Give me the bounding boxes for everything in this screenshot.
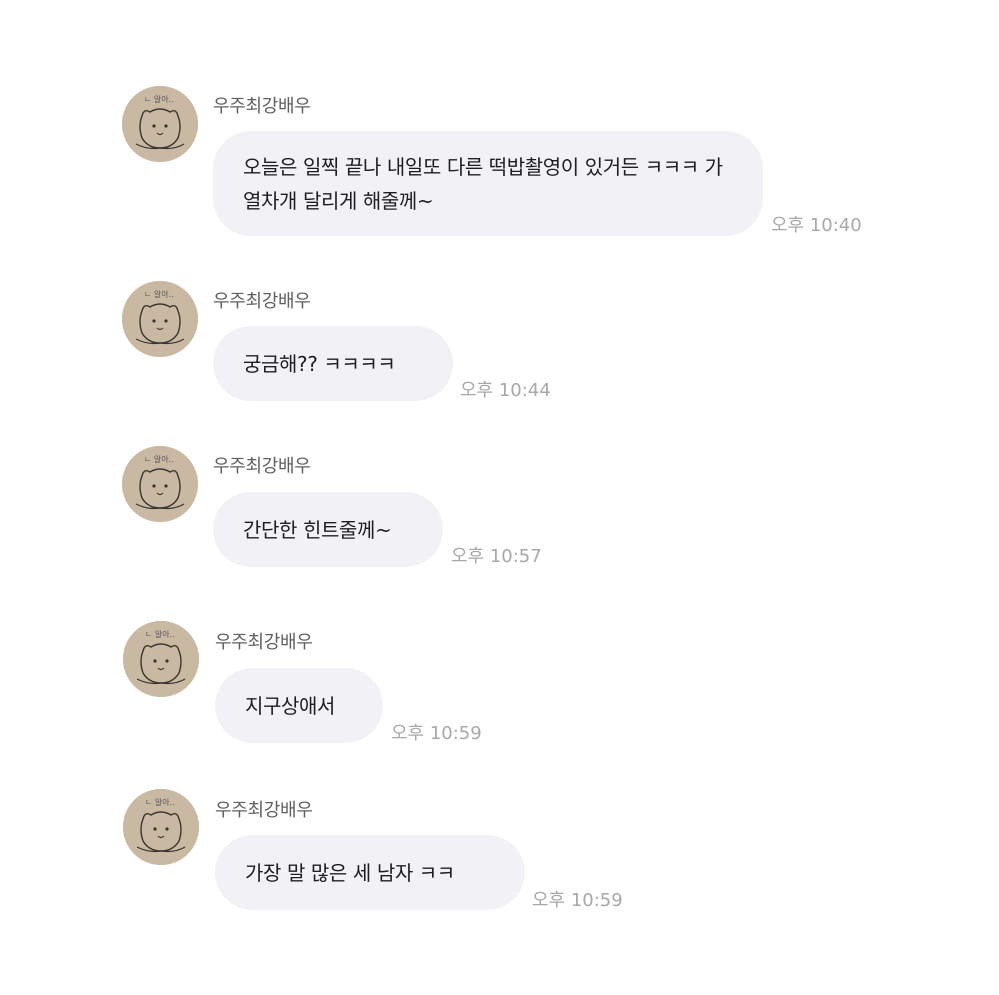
message-bubble[interactable]: 지구상애서 (215, 668, 383, 743)
chat-screen: { "messages": [ {"sender": "우주최강배우", "te… (0, 0, 999, 995)
bear-avatar-icon[interactable]: ㄴ 알아.. (122, 446, 198, 522)
message-time: 오후 10:59 (391, 723, 482, 744)
svg-text:ㄴ 알아..: ㄴ 알아.. (144, 289, 174, 299)
sender-name: 우주최강배우 (215, 800, 313, 821)
bear-avatar-icon[interactable]: ㄴ 알아.. (122, 281, 198, 357)
bear-avatar-icon[interactable]: ㄴ 알아.. (123, 621, 199, 697)
bear-avatar-icon[interactable]: ㄴ 알아.. (123, 789, 199, 865)
bear-avatar-icon[interactable]: ㄴ 알아.. (122, 86, 198, 162)
message-bubble[interactable]: 간단한 힌트줄께~ (213, 492, 443, 567)
message-time: 오후 10:59 (532, 890, 623, 911)
sender-name: 우주최강배우 (215, 632, 313, 653)
sender-name: 우주최강배우 (213, 291, 311, 312)
message-time: 오후 10:57 (451, 546, 542, 567)
message-time: 오후 10:40 (771, 215, 862, 236)
svg-text:ㄴ 알아..: ㄴ 알아.. (145, 797, 175, 807)
svg-text:ㄴ 알아..: ㄴ 알아.. (144, 454, 174, 464)
svg-text:ㄴ 알아..: ㄴ 알아.. (145, 629, 175, 639)
sender-name: 우주최강배우 (213, 456, 311, 477)
message-time: 오후 10:44 (460, 380, 551, 401)
message-bubble[interactable]: 오늘은 일찍 끝나 내일또 다른 떡밥촬영이 있거든 ㅋㅋㅋ 가열차개 달리게 … (213, 131, 763, 236)
message-bubble[interactable]: 가장 말 많은 세 남자 ㅋㅋ (215, 835, 525, 910)
svg-text:ㄴ 알아..: ㄴ 알아.. (144, 94, 174, 104)
sender-name: 우주최강배우 (213, 96, 311, 117)
message-bubble[interactable]: 궁금해?? ㅋㅋㅋㅋ (213, 326, 453, 401)
